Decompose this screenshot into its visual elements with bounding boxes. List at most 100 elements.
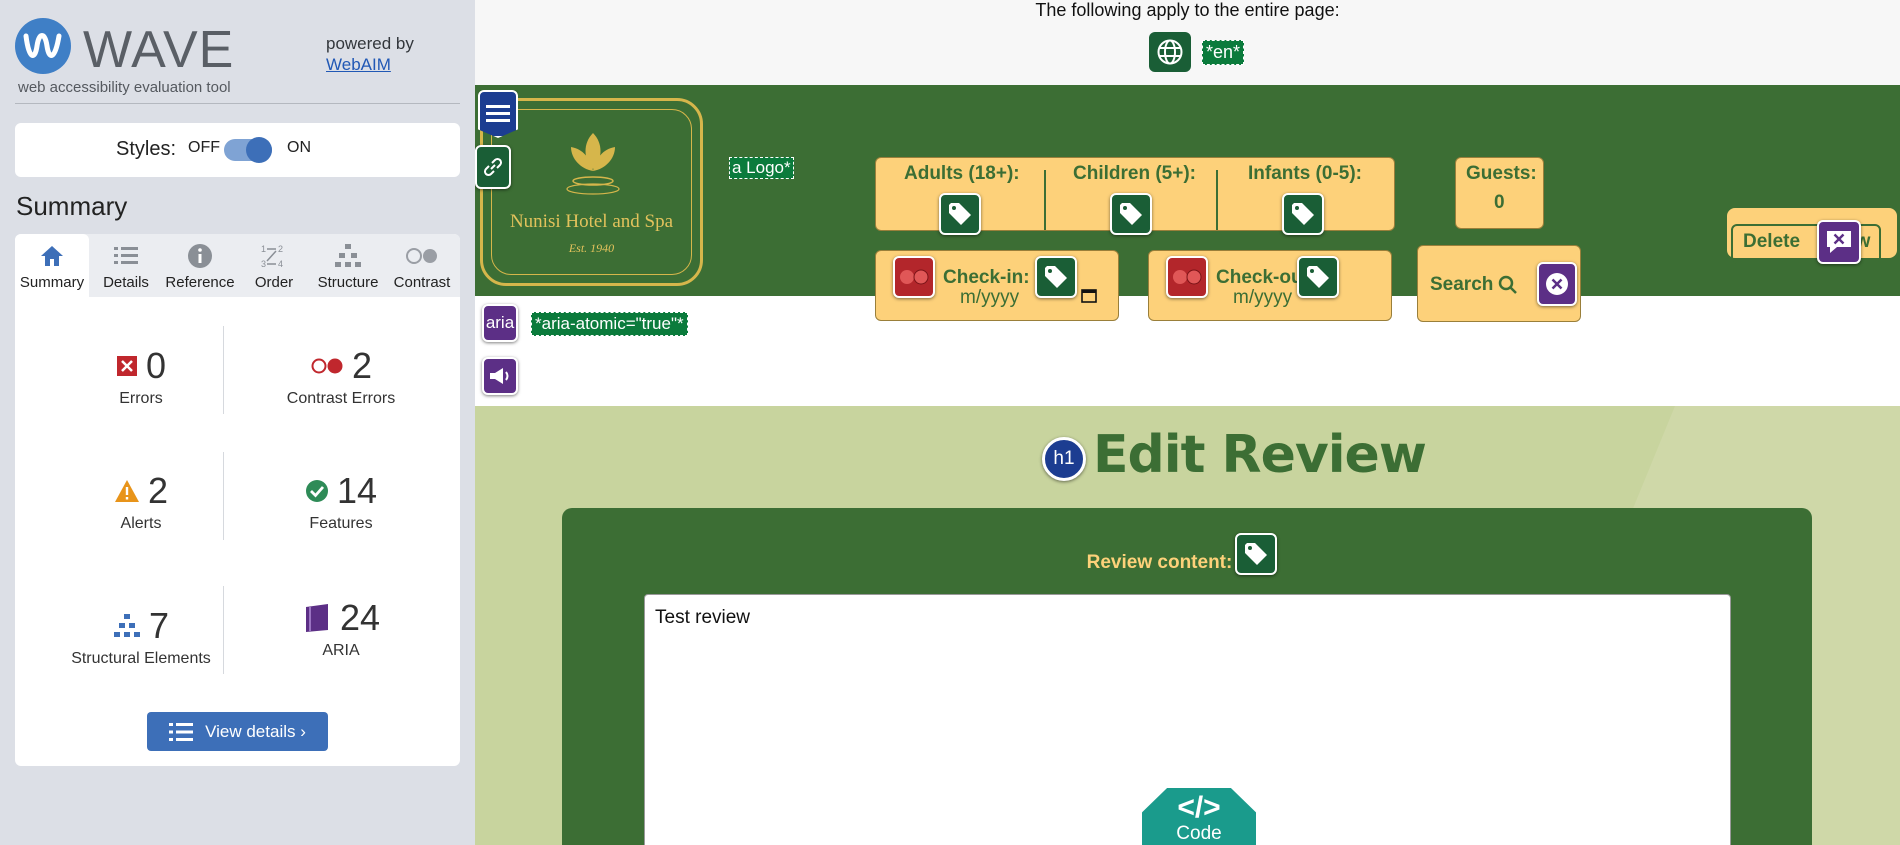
tab-reference[interactable]: Reference: [163, 234, 237, 297]
lotus-icon: [566, 133, 620, 195]
view-details-button[interactable]: View details ›: [147, 712, 328, 751]
styles-toggle-box: Styles: OFF ON: [15, 123, 460, 177]
tab-label: Order: [254, 274, 294, 291]
label-tag-icon[interactable]: [1110, 193, 1152, 235]
tab-structure[interactable]: Structure: [311, 234, 385, 297]
link-icon[interactable]: [475, 145, 511, 189]
page-notice-text: The following apply to the entire page:: [1035, 0, 1340, 20]
powered-by-text: powered by: [326, 34, 414, 53]
label-tag-icon[interactable]: [1297, 256, 1339, 298]
hotel-name: Nunisi Hotel and Spa: [509, 211, 674, 232]
contrast-error-icon[interactable]: [893, 256, 935, 298]
toggle-knob: [246, 137, 272, 163]
order-icon: 1 2 3 4: [261, 244, 283, 269]
checkout-date[interactable]: m/yyyy: [1233, 287, 1292, 309]
label-tag-icon[interactable]: [1235, 533, 1277, 575]
tab-contrast[interactable]: Contrast: [385, 234, 459, 297]
logo-alt-tag: a Logo*: [729, 157, 794, 179]
wave-tagline: web accessibility evaluation tool: [18, 79, 231, 96]
list-icon: [114, 247, 138, 264]
structural-icon: [113, 614, 140, 637]
contrast-label: Contrast Errors: [286, 390, 396, 407]
guests-value: 0: [1494, 192, 1505, 213]
language-icon[interactable]: [1149, 32, 1191, 72]
styles-label: Styles:: [116, 138, 177, 160]
aria-alert-icon[interactable]: [1817, 220, 1861, 264]
summary-heading: Summary: [16, 191, 128, 221]
chain-link-icon: [483, 157, 503, 177]
contrast-error-icon[interactable]: [1166, 256, 1208, 298]
divider: [1044, 170, 1046, 230]
divider: [223, 586, 224, 674]
tab-summary[interactable]: Summary: [15, 234, 89, 297]
delete-label: Delete: [1743, 231, 1801, 252]
structure-icon: [335, 244, 361, 267]
h1-icon[interactable]: h1: [1042, 437, 1086, 481]
close-circle-icon: [1546, 273, 1568, 295]
error-icon: [116, 356, 137, 376]
guests-box: Guests: 0: [1455, 157, 1544, 229]
stat-features: 14 Features: [241, 469, 441, 533]
contrast-dots-icon: [1173, 269, 1202, 285]
stat-contrast: 2 Contrast Errors: [241, 344, 441, 408]
contrast-dots-icon: [900, 269, 929, 285]
label-tag-icon[interactable]: [1282, 193, 1324, 235]
info-icon: [188, 244, 212, 268]
stat-aria: 24 ARIA: [241, 596, 441, 660]
styles-on-label: ON: [287, 139, 311, 156]
errors-label: Errors: [119, 390, 163, 407]
features-label: Features: [309, 515, 373, 532]
alert-icon: [114, 480, 139, 502]
styles-toggle[interactable]: [224, 137, 272, 163]
infants-label: Infants (0-5):: [1248, 163, 1362, 184]
tab-details[interactable]: Details: [89, 234, 163, 297]
wave-logo-icon: [15, 18, 71, 74]
aria-label: ARIA: [322, 642, 360, 659]
aria-alert-icon[interactable]: [1537, 262, 1577, 306]
alerts-count: 2: [147, 470, 169, 511]
errors-count: 0: [145, 345, 167, 386]
hotel-established: Est. 1940: [568, 241, 615, 255]
aria-icon-label: aria: [485, 313, 515, 332]
list-icon: [169, 722, 194, 741]
feature-icon: [305, 480, 328, 502]
evaluated-page: The following apply to the entire page: …: [475, 0, 1900, 845]
code-view-button[interactable]: </> Code: [1142, 788, 1256, 845]
adults-label: Adults (18+):: [904, 163, 1020, 184]
aria-live-icon[interactable]: [482, 357, 518, 395]
search-label: Search: [1430, 274, 1494, 295]
landmark-icon[interactable]: [478, 90, 518, 138]
home-icon: [41, 246, 63, 266]
alerts-label: Alerts: [120, 515, 162, 532]
stat-structural: 7 Structural Elements: [41, 604, 241, 668]
tag-icon: [1307, 266, 1329, 288]
menu-lines-icon: [486, 105, 510, 122]
tab-label: Reference: [165, 274, 235, 291]
tab-label: Contrast: [393, 274, 451, 291]
styles-off-label: OFF: [188, 139, 220, 156]
tab-order[interactable]: 1 2 3 4 Order: [237, 234, 311, 297]
aria-atomic-tag: *aria-atomic="true"*: [531, 312, 688, 336]
tab-label: Details: [103, 274, 149, 291]
tab-label: Summary: [19, 274, 85, 291]
aria-icon[interactable]: aria: [482, 304, 518, 342]
svg-text:1: 1: [261, 244, 266, 254]
tag-icon: [1045, 266, 1067, 288]
divider: [223, 326, 224, 414]
divider: [1216, 170, 1218, 230]
tab-bar: Summary Details Reference 1 2 3 4 Order Str…: [15, 234, 460, 297]
label-tag-icon[interactable]: [1035, 256, 1077, 298]
aria-icon: [305, 604, 328, 632]
stat-errors: 0 Errors: [41, 344, 241, 408]
label-tag-icon[interactable]: [939, 193, 981, 235]
webaim-link[interactable]: WebAIM: [326, 55, 391, 74]
wave-logo: WAVE web accessibility evaluation tool p…: [15, 18, 465, 100]
checkin-date[interactable]: m/yyyy: [960, 287, 1019, 309]
calendar-icon[interactable]: [1081, 287, 1097, 303]
structural-count: 7: [148, 605, 170, 646]
lang-tag: *en*: [1202, 40, 1245, 65]
svg-text:2: 2: [278, 244, 283, 254]
page-title: Edit Review: [1093, 425, 1427, 485]
features-count: 14: [336, 470, 378, 511]
wave-logo-text: WAVE: [83, 21, 235, 79]
